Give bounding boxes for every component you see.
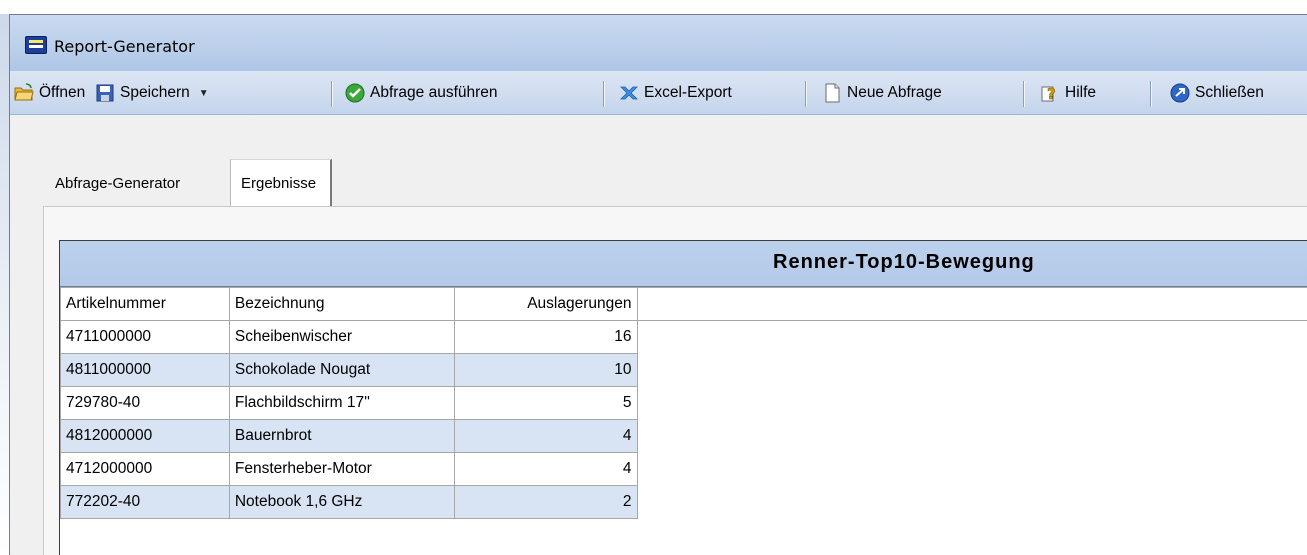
results-table: Artikelnummer Bezeichnung Auslagerungen … bbox=[60, 287, 1307, 519]
floppy-disk-icon bbox=[95, 83, 115, 103]
save-label: Speichern bbox=[120, 84, 190, 101]
table-row[interactable]: 4711000000 Scheibenwischer 16 bbox=[60, 320, 1307, 354]
empty-cell bbox=[636, 485, 1307, 519]
report-title: Renner-Top10-Bewegung bbox=[773, 251, 1035, 273]
open-label: Öffnen bbox=[39, 84, 86, 101]
results-grid: Renner-Top10-Bewegung Artikelnummer Beze… bbox=[59, 240, 1307, 555]
checkmark-icon bbox=[345, 83, 365, 103]
cell-auslagerungen[interactable]: 10 bbox=[453, 353, 638, 387]
cell-auslagerungen[interactable]: 16 bbox=[453, 320, 638, 354]
table-row[interactable]: 4712000000 Fensterheber-Motor 4 bbox=[60, 452, 1307, 486]
toolbar-separator bbox=[603, 81, 605, 107]
save-button[interactable]: Speichern ▼ bbox=[95, 80, 209, 106]
column-header-artikelnummer[interactable]: Artikelnummer bbox=[60, 287, 230, 321]
excel-export-button[interactable]: Excel-Export bbox=[619, 80, 732, 106]
toolbar: Öffnen Speichern ▼ Abfrage ausführen Exc… bbox=[10, 71, 1307, 115]
table-row[interactable]: 4812000000 Bauernbrot 4 bbox=[60, 419, 1307, 453]
tab-ergebnisse[interactable]: Ergebnisse bbox=[230, 159, 333, 206]
cell-artikelnummer[interactable]: 4811000000 bbox=[60, 353, 230, 387]
cell-auslagerungen[interactable]: 4 bbox=[453, 419, 638, 453]
close-icon bbox=[1170, 83, 1190, 103]
cell-bezeichnung[interactable]: Notebook 1,6 GHz bbox=[228, 485, 455, 519]
toolbar-separator bbox=[805, 81, 807, 107]
title-bar[interactable]: Report-Generator bbox=[10, 15, 1307, 71]
toolbar-separator bbox=[331, 81, 333, 107]
report-app-icon bbox=[25, 36, 47, 54]
cell-auslagerungen[interactable]: 2 bbox=[453, 485, 638, 519]
new-document-icon bbox=[822, 83, 842, 103]
cell-artikelnummer[interactable]: 4711000000 bbox=[60, 320, 230, 354]
cell-bezeichnung[interactable]: Scheibenwischer bbox=[228, 320, 455, 354]
save-dropdown-arrow-icon[interactable]: ▼ bbox=[199, 88, 209, 99]
help-button[interactable]: ? Hilfe bbox=[1040, 80, 1096, 106]
results-tab-panel: Renner-Top10-Bewegung Artikelnummer Beze… bbox=[43, 206, 1307, 555]
folder-open-icon bbox=[14, 83, 34, 103]
cell-bezeichnung[interactable]: Fensterheber-Motor bbox=[228, 452, 455, 486]
svg-text:?: ? bbox=[1047, 85, 1056, 103]
empty-cell bbox=[636, 452, 1307, 486]
empty-cell bbox=[636, 353, 1307, 387]
cell-artikelnummer[interactable]: 729780-40 bbox=[60, 386, 230, 420]
column-header-row: Artikelnummer Bezeichnung Auslagerungen bbox=[60, 287, 1307, 321]
close-button[interactable]: Schließen bbox=[1170, 80, 1264, 106]
close-label: Schließen bbox=[1195, 84, 1264, 101]
cell-artikelnummer[interactable]: 772202-40 bbox=[60, 485, 230, 519]
cell-bezeichnung[interactable]: Schokolade Nougat bbox=[228, 353, 455, 387]
new-query-button[interactable]: Neue Abfrage bbox=[822, 80, 942, 106]
column-header-auslagerungen[interactable]: Auslagerungen bbox=[453, 287, 638, 321]
table-row[interactable]: 772202-40 Notebook 1,6 GHz 2 bbox=[60, 485, 1307, 519]
empty-cell bbox=[636, 419, 1307, 453]
cell-bezeichnung[interactable]: Bauernbrot bbox=[228, 419, 455, 453]
report-title-header: Renner-Top10-Bewegung bbox=[60, 241, 1307, 287]
empty-cell bbox=[636, 386, 1307, 420]
run-query-button[interactable]: Abfrage ausführen bbox=[345, 80, 498, 106]
excel-export-label: Excel-Export bbox=[644, 84, 732, 101]
empty-cell bbox=[636, 320, 1307, 354]
tab-abfrage-generator[interactable]: Abfrage-Generator bbox=[55, 162, 180, 204]
new-query-label: Neue Abfrage bbox=[847, 84, 942, 101]
window-title: Report-Generator bbox=[54, 37, 195, 56]
main-content: Abfrage-Generator Ergebnisse Renner-Top1… bbox=[10, 115, 1307, 555]
table-row[interactable]: 4811000000 Schokolade Nougat 10 bbox=[60, 353, 1307, 387]
cell-auslagerungen[interactable]: 5 bbox=[453, 386, 638, 420]
table-row[interactable]: 729780-40 Flachbildschirm 17'' 5 bbox=[60, 386, 1307, 420]
cell-auslagerungen[interactable]: 4 bbox=[453, 452, 638, 486]
help-icon: ? bbox=[1040, 83, 1060, 103]
toolbar-separator bbox=[1023, 81, 1025, 107]
open-button[interactable]: Öffnen bbox=[14, 80, 85, 106]
help-label: Hilfe bbox=[1065, 84, 1097, 101]
toolbar-separator bbox=[1150, 81, 1152, 107]
cell-artikelnummer[interactable]: 4812000000 bbox=[60, 419, 230, 453]
window-left-edge bbox=[0, 14, 9, 555]
cell-bezeichnung[interactable]: Flachbildschirm 17'' bbox=[228, 386, 455, 420]
cell-artikelnummer[interactable]: 4712000000 bbox=[60, 452, 230, 486]
report-generator-window: Report-Generator Öffnen Speichern ▼ Abfr… bbox=[9, 14, 1307, 555]
column-header-filler bbox=[636, 287, 1307, 321]
excel-icon bbox=[619, 83, 639, 103]
desktop-background bbox=[0, 0, 1307, 14]
column-header-bezeichnung[interactable]: Bezeichnung bbox=[228, 287, 455, 321]
run-query-label: Abfrage ausführen bbox=[370, 84, 498, 101]
